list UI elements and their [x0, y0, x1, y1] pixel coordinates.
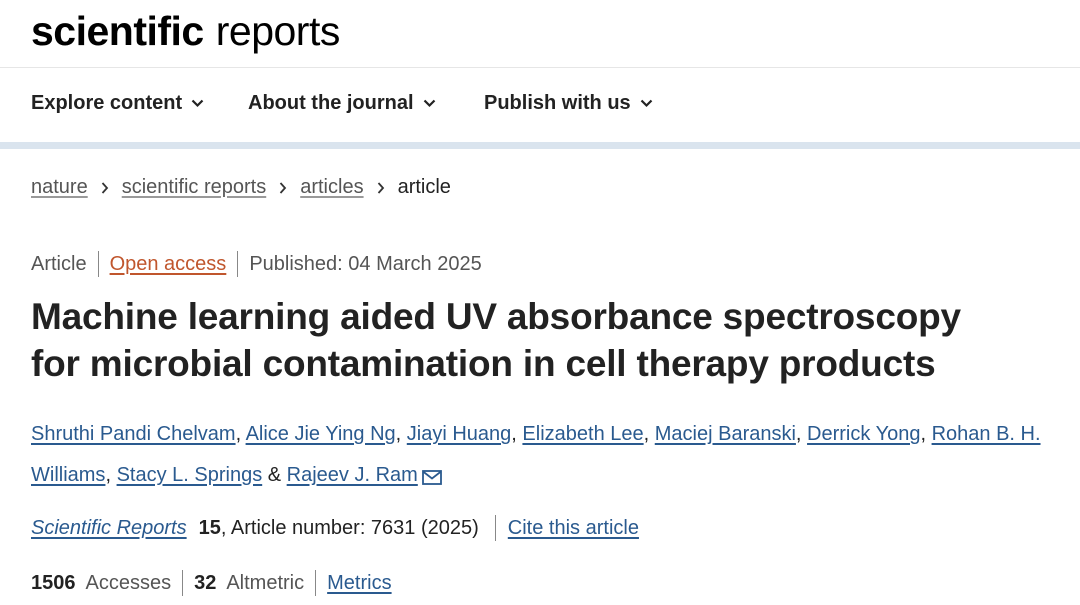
nav-explore-content-label: Explore content: [31, 92, 183, 114]
corresponding-author-link[interactable]: Rajeev J. Ram: [287, 464, 418, 486]
meta-divider: [97, 251, 99, 277]
journal-link[interactable]: Scientific Reports: [31, 517, 187, 540]
author-link[interactable]: Jiayi Huang: [407, 423, 512, 445]
cite-divider: [494, 515, 496, 541]
chevron-right-icon: [101, 181, 109, 194]
metrics-link[interactable]: Metrics: [327, 572, 391, 595]
chevron-right-icon: [279, 181, 287, 194]
article-title-line-2: for microbial contamination in cell ther…: [31, 343, 936, 384]
nav-about-journal[interactable]: About the journal: [248, 92, 436, 115]
open-access-link[interactable]: Open access: [110, 253, 227, 276]
nav-publish-with-us-label: Publish with us: [484, 92, 631, 114]
chevron-down-icon: [640, 99, 652, 108]
nav-explore-content[interactable]: Explore content: [31, 92, 204, 115]
metrics-divider: [315, 570, 317, 596]
author-link[interactable]: Maciej Baranski: [655, 423, 796, 445]
site-header: scientific reports: [0, 0, 1080, 68]
author-link[interactable]: Derrick Yong: [807, 423, 920, 445]
logo-regular-text: reports: [215, 8, 341, 54]
accesses-label: Accesses: [85, 571, 172, 594]
author-link[interactable]: Alice Jie Ying Ng: [246, 423, 396, 445]
article-meta: Article Open access Published: 04 March …: [31, 251, 482, 277]
citation-line: Scientific Reports 15 , Article number: …: [31, 515, 639, 541]
article-title-line-1: Machine learning aided UV absorbance spe…: [31, 296, 961, 337]
metrics-divider: [182, 570, 184, 596]
logo-bold-text: scientific: [31, 8, 204, 54]
published-date: Published: 04 March 2025: [249, 252, 482, 275]
breadcrumb-current: article: [397, 176, 451, 198]
breadcrumb-nature[interactable]: nature: [31, 176, 88, 199]
volume-number: 15: [198, 516, 221, 539]
meta-divider: [237, 251, 239, 277]
author-link[interactable]: Shruthi Pandi Chelvam: [31, 423, 236, 445]
author-list: Shruthi Pandi Chelvam, Alice Jie Ying Ng…: [31, 414, 1051, 500]
article-title: Machine learning aided UV absorbance spe…: [31, 293, 1041, 387]
author-link[interactable]: Stacy L. Springs: [117, 464, 263, 486]
accesses-count: 1506: [31, 571, 76, 594]
altmetric-label: Altmetric: [226, 571, 305, 594]
breadcrumb-scientific-reports[interactable]: scientific reports: [122, 176, 267, 199]
breadcrumb-articles[interactable]: articles: [300, 176, 363, 199]
altmetric-count: 32: [194, 571, 217, 594]
journal-logo[interactable]: scientific reports: [31, 8, 340, 54]
article-number: , Article number: 7631 (2025): [220, 516, 479, 539]
nav-about-journal-label: About the journal: [248, 92, 414, 114]
author-link[interactable]: Elizabeth Lee: [522, 423, 643, 445]
chevron-down-icon: [191, 99, 204, 108]
chevron-down-icon: [423, 99, 435, 108]
cite-this-article-link[interactable]: Cite this article: [508, 517, 639, 540]
metrics-line: 1506 Accesses 32 Altmetric Metrics: [31, 570, 392, 596]
article-type: Article: [31, 252, 87, 275]
mail-icon[interactable]: [421, 459, 442, 500]
chevron-right-icon: [377, 181, 385, 194]
nav-publish-with-us[interactable]: Publish with us: [484, 92, 653, 115]
nav-divider: [0, 142, 1080, 149]
authors-connector: &: [267, 464, 282, 486]
main-nav: Explore content About the journal Publis…: [0, 68, 1080, 142]
breadcrumb: nature scientific reports articles artic…: [31, 176, 451, 199]
